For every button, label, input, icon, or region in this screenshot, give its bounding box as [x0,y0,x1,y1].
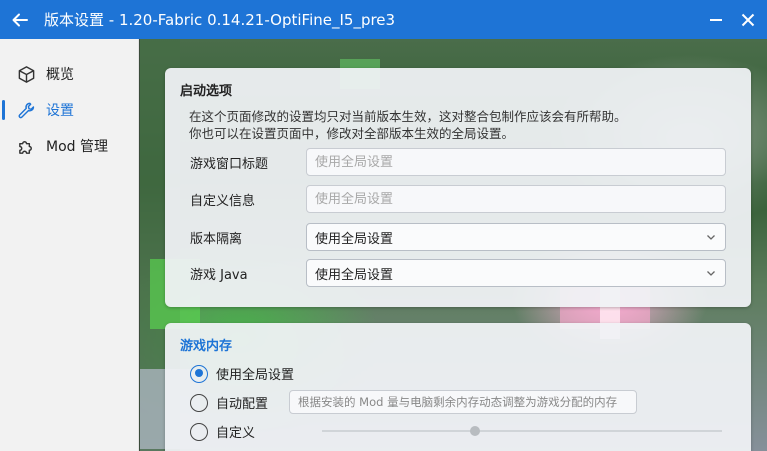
sidebar-item-label: Mod 管理 [46,139,108,155]
memory-slider-thumb[interactable] [470,426,480,436]
back-button[interactable] [0,0,40,39]
launch-options-title: 启动选项 [180,84,233,99]
chevron-down-icon [707,271,715,276]
puzzle-icon [16,136,36,156]
box-icon [16,64,36,84]
window-title: 版本设置 - 1.20-Fabric 0.14.21-OptiFine_I5_p… [44,11,396,29]
sidebar-item-label: 设置 [46,103,74,119]
memory-card: 游戏内存 使用全局设置 自动配置 根据安装的 Mod 量与电脑剩余内存动态调整为… [165,323,751,451]
custom-info-input[interactable] [315,191,725,207]
java-select[interactable]: 使用全局设置 [306,259,726,287]
sidebar-item-settings[interactable]: 设置 [0,92,138,128]
launch-options-card: 启动选项 在这个页面修改的设置均只对当前版本生效，这对整合包制作应该会有所帮助。… [165,68,751,307]
custom-info-field-box [306,185,726,213]
wrench-icon [16,100,36,120]
minimize-button[interactable] [707,11,725,29]
memory-option-label: 使用全局设置 [216,368,295,383]
sidebar: 概览 设置 Mod 管理 [0,39,139,451]
title-bar: 版本设置 - 1.20-Fabric 0.14.21-OptiFine_I5_p… [0,0,767,39]
chevron-down-icon [707,235,715,240]
window-title-label: 游戏窗口标题 [190,157,269,172]
close-button[interactable] [739,11,757,29]
isolation-selected-value: 使用全局设置 [315,231,394,247]
java-label: 游戏 Java [190,268,248,283]
memory-title: 游戏内存 [180,339,233,354]
isolation-select[interactable]: 使用全局设置 [306,223,726,251]
window-title-field-box [306,148,726,176]
custom-info-label: 自定义信息 [190,194,256,209]
isolation-label: 版本隔离 [190,232,243,247]
sidebar-item-label: 概览 [46,67,74,83]
radio-unchecked-icon [190,422,208,441]
memory-option-auto[interactable]: 自动配置 [190,393,268,412]
launch-options-desc-2: 你也可以在设置页面中，修改对全部版本生效的全局设置。 [189,126,515,141]
close-icon [741,13,755,26]
auto-memory-hint: 根据安装的 Mod 量与电脑剩余内存动态调整为游戏分配的内存 [289,390,637,414]
memory-option-custom[interactable]: 自定义 [190,422,255,441]
radio-unchecked-icon [190,393,208,412]
minimize-icon [710,18,722,21]
sidebar-item-overview[interactable]: 概览 [0,56,138,92]
sidebar-item-mod-manager[interactable]: Mod 管理 [0,128,138,164]
java-selected-value: 使用全局设置 [315,267,394,283]
arrow-left-icon [12,13,28,26]
memory-option-label: 自动配置 [216,397,269,412]
memory-option-label: 自定义 [216,426,256,441]
memory-option-global[interactable]: 使用全局设置 [190,364,294,383]
radio-checked-icon [190,364,208,383]
memory-slider[interactable] [322,426,722,436]
window-title-input[interactable] [315,154,725,170]
